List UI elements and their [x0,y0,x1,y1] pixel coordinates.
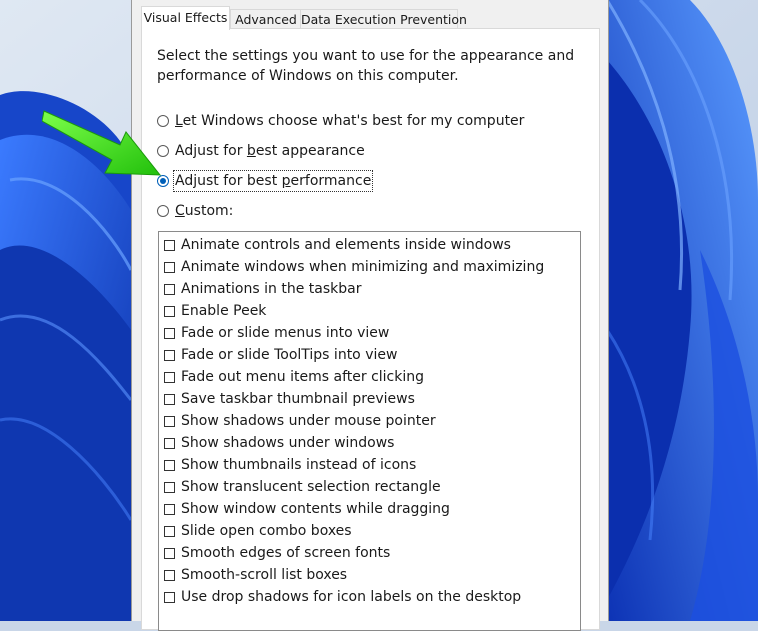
checkbox[interactable] [164,481,175,493]
checkbox-label: Fade or slide ToolTips into view [181,347,398,363]
checkbox-item[interactable]: Fade or slide menus into view [164,322,389,344]
radio-best-appearance[interactable]: Adjust for best appearance [157,140,366,162]
checkbox-label: Slide open combo boxes [181,523,352,539]
green-arrow-icon [42,110,162,176]
checkbox-item[interactable]: Animations in the taskbar [164,278,361,300]
checkbox-item[interactable]: Fade out menu items after clicking [164,366,424,388]
checkbox-label: Show shadows under mouse pointer [181,413,436,429]
checkbox-label: Animate controls and elements inside win… [181,237,511,253]
checkbox-item[interactable]: Show shadows under mouse pointer [164,410,436,432]
checkbox-item[interactable]: Show window contents while dragging [164,498,450,520]
radio-best-performance[interactable]: Adjust for best performance [157,170,374,192]
checkbox-label: Save taskbar thumbnail previews [181,391,415,407]
checkbox-item[interactable]: Smooth edges of screen fonts [164,542,390,564]
checkbox-item[interactable]: Show thumbnails instead of icons [164,454,416,476]
radio-label: Custom: [175,203,234,219]
checkbox-label: Show shadows under windows [181,435,395,451]
checkbox[interactable] [164,525,175,537]
checkbox-label: Use drop shadows for icon labels on the … [181,589,522,605]
radio-label: Adjust for best appearance [175,143,365,159]
checkbox[interactable] [164,283,175,295]
tab-advanced[interactable]: Advanced [230,9,302,29]
checkbox-item[interactable]: Show translucent selection rectangle [164,476,441,498]
radio-button[interactable] [157,205,169,217]
checkbox-label: Animate windows when minimizing and maxi… [181,259,545,275]
checkbox-label: Show window contents while dragging [181,501,450,517]
checkbox-item[interactable]: Use drop shadows for icon labels on the … [164,586,521,608]
checkbox[interactable] [164,327,175,339]
checkbox[interactable] [164,393,175,405]
tab-visual-effects[interactable]: Visual Effects [141,6,230,30]
checkbox-item[interactable]: Smooth-scroll list boxes [164,564,347,586]
checkbox[interactable] [164,371,175,383]
checkbox[interactable] [164,591,175,603]
performance-options-dialog: Visual Effects Advanced Data Execution P… [131,0,609,631]
checkbox-label: Show thumbnails instead of icons [181,457,417,473]
checkbox[interactable] [164,503,175,515]
visual-effects-checklist[interactable]: Animate controls and elements inside win… [158,231,581,631]
checkbox[interactable] [164,437,175,449]
checkbox-label: Show translucent selection rectangle [181,479,441,495]
checkbox[interactable] [164,569,175,581]
description-text: Select the settings you want to use for … [157,48,575,84]
checkbox-label: Fade out menu items after clicking [181,369,424,385]
radio-label: Adjust for best performance [172,170,374,192]
checkbox-label: Enable Peek [181,303,267,319]
checkbox-label: Smooth-scroll list boxes [181,567,348,583]
checkbox-item[interactable]: Fade or slide ToolTips into view [164,344,397,366]
checkbox[interactable] [164,547,175,559]
checkbox-item[interactable]: Slide open combo boxes [164,520,352,542]
radio-custom[interactable]: Custom: [157,200,234,222]
checkbox-item[interactable]: Animate windows when minimizing and maxi… [164,256,544,278]
checkbox[interactable] [164,459,175,471]
checkbox-item[interactable]: Show shadows under windows [164,432,394,454]
radio-label: Let Windows choose what's best for my co… [175,113,525,129]
checkbox-label: Smooth edges of screen fonts [181,545,391,561]
checkbox[interactable] [164,261,175,273]
tab-data-execution-prevention[interactable]: Data Execution Prevention [300,9,467,29]
checkbox[interactable] [164,415,175,427]
checkbox-item[interactable]: Enable Peek [164,300,266,322]
checkbox-label: Fade or slide menus into view [181,325,390,341]
visual-effects-panel: Select the settings you want to use for … [141,28,600,631]
radio-let-windows-choose[interactable]: Let Windows choose what's best for my co… [157,110,525,132]
checkbox-item[interactable]: Animate controls and elements inside win… [164,234,511,256]
checkbox[interactable] [164,349,175,361]
checkbox[interactable] [164,305,175,317]
checkbox-label: Animations in the taskbar [181,281,362,297]
checkbox[interactable] [164,239,175,251]
checkbox-item[interactable]: Save taskbar thumbnail previews [164,388,415,410]
